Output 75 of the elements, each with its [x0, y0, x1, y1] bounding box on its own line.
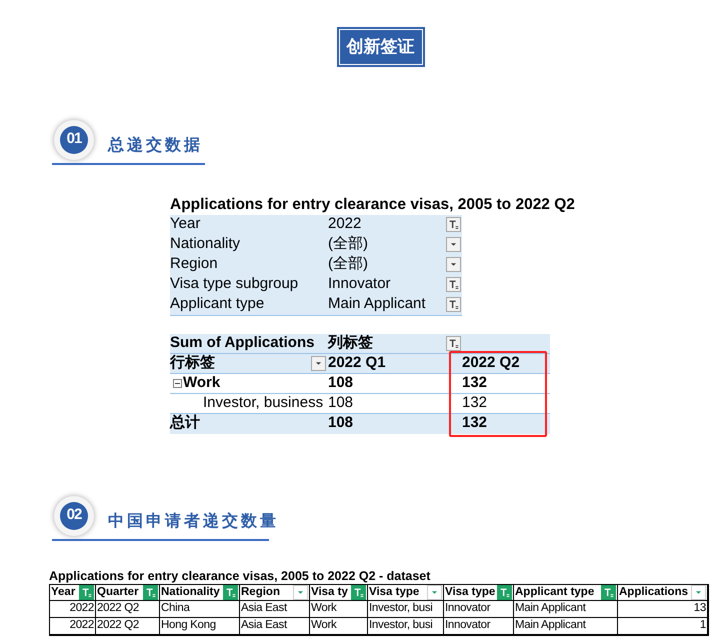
table-cell: Innovator — [445, 601, 490, 616]
table-cell: 1 — [700, 618, 706, 633]
filter-value: Innovator — [328, 274, 392, 294]
filter-icon[interactable] — [446, 217, 461, 232]
filter-value: 2022 — [328, 214, 362, 234]
dropdown-icon[interactable] — [427, 584, 442, 600]
filter-icon[interactable] — [446, 297, 461, 312]
table-cell: Asia East — [241, 618, 287, 633]
filter-icon[interactable] — [446, 336, 461, 350]
table-cell: Work — [311, 601, 336, 616]
table-cell: Asia East — [241, 601, 287, 616]
filter-label: Visa type subgroup — [170, 274, 300, 294]
row-label: Work — [183, 372, 220, 393]
table-cell: Innovator — [445, 618, 490, 633]
column-header: Visa type — [369, 584, 420, 600]
dropdown-icon[interactable] — [446, 257, 461, 272]
table-cell: Investor, busi — [369, 601, 433, 616]
row-label: 总计 — [170, 413, 200, 434]
table-cell: Work — [311, 618, 336, 633]
column-header: Applications — [619, 584, 688, 600]
section-number: 02 — [60, 502, 88, 530]
row-label: Investor, business — [203, 392, 324, 413]
column-header: Quarter — [97, 584, 139, 600]
dropdown-icon[interactable] — [446, 237, 461, 252]
column-header: 2022 Q1 — [328, 352, 387, 373]
value-header: Sum of Applications — [170, 332, 316, 353]
value-cell-text: 108 — [328, 413, 354, 434]
column-header: Region — [241, 584, 280, 600]
column-header: Visa type — [445, 584, 496, 600]
dropdown-icon[interactable] — [311, 356, 326, 370]
filter-value: Main Applicant — [328, 294, 427, 314]
section-heading: 中国申请者递交数量 — [108, 511, 279, 532]
table-cell: 2022 — [70, 601, 94, 616]
column-header: Visa ty — [311, 584, 348, 600]
filter-value: (全部) — [328, 234, 369, 254]
value-cell-text: 108 — [328, 392, 354, 413]
section-number: 01 — [60, 126, 88, 154]
filter-icon[interactable] — [79, 584, 94, 600]
table-cell: Main Applicant — [515, 601, 586, 616]
dataset-title: Applications for entry clearance visas, 2005 to 2022 Q2 - dataset — [49, 568, 432, 584]
pivot-title: Applications for entry clearance visas, 2005 to 2022 Q2 — [170, 194, 576, 214]
section-heading: 总递交数据 — [108, 135, 203, 156]
table-cell: Hong Kong — [161, 618, 216, 633]
filter-label: Applicant type — [170, 294, 266, 314]
value-cell-text: 132 — [461, 372, 488, 393]
filter-icon[interactable] — [143, 584, 158, 600]
filter-value: (全部) — [328, 254, 369, 274]
filter-label: Nationality — [170, 234, 242, 254]
filter-icon[interactable] — [601, 584, 616, 600]
collapse-icon[interactable] — [173, 378, 182, 388]
column-header: Nationality — [161, 584, 220, 600]
table-cell: 13 — [694, 601, 706, 616]
filter-icon[interactable] — [223, 584, 238, 600]
table-cell: 2022 — [70, 618, 94, 633]
dropdown-icon[interactable] — [691, 584, 706, 600]
dropdown-icon[interactable] — [293, 584, 308, 600]
table-cell: Investor, busi — [369, 618, 433, 633]
filter-label: Region — [170, 254, 219, 274]
table-cell: 2022 Q2 — [97, 601, 140, 616]
table-cell: Main Applicant — [515, 618, 586, 633]
filter-label: Year — [170, 214, 202, 234]
page-title: 创新签证 — [336, 27, 424, 66]
filter-icon[interactable] — [351, 584, 366, 600]
table-cell: China — [161, 601, 190, 616]
column-header: 2022 Q2 — [461, 352, 521, 373]
value-cell-text: 132 — [461, 392, 488, 413]
table-cell: 2022 Q2 — [97, 618, 140, 633]
row-label: 行标签 — [170, 352, 215, 373]
filter-icon[interactable] — [446, 277, 461, 292]
value-cell-text: 108 — [328, 372, 354, 393]
filter-icon[interactable] — [497, 584, 512, 600]
column-header: Year — [51, 584, 76, 600]
column-label: 列标签 — [328, 332, 374, 353]
value-cell-text: 132 — [461, 413, 488, 434]
column-header: Applicant type — [515, 584, 594, 600]
